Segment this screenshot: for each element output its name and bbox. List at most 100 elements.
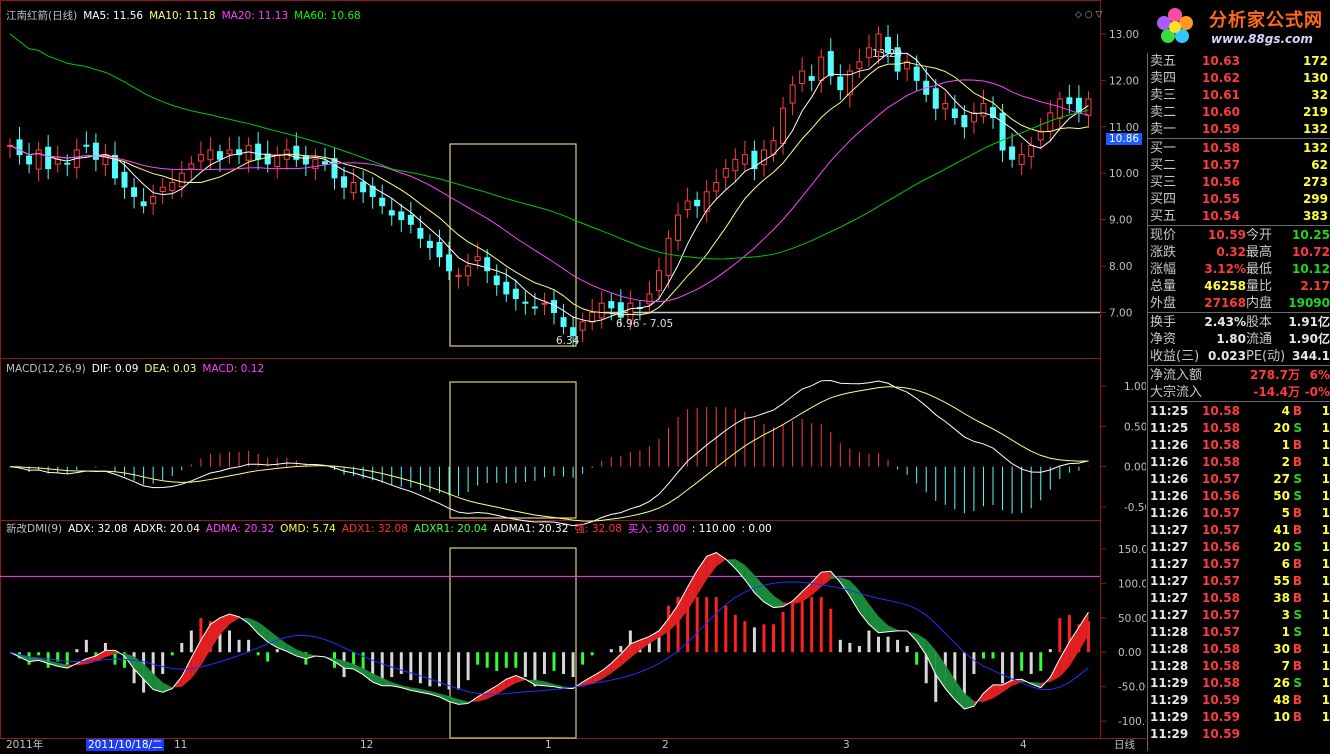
dmi-ribbon [983, 684, 994, 703]
ma-label: MA5: 11.56 [83, 10, 144, 22]
trade-side: B [1292, 455, 1302, 469]
trade-price: 10.58 [1202, 438, 1240, 452]
quote-value: 1.80 [1216, 332, 1246, 346]
trade-row: 11:28 10.58 7 B 1 [1150, 658, 1330, 675]
price-tick-label: 9.00 [1109, 215, 1132, 227]
trade-price: 10.57 [1202, 625, 1240, 639]
trade-time: 11:25 [1150, 404, 1189, 418]
dmi-ribbon [706, 552, 717, 580]
candle-body [961, 115, 968, 128]
orderbook-volume: 62 [1311, 158, 1328, 172]
down-triangle-icon[interactable]: ▽ [1096, 10, 1103, 20]
orderbook-label: 卖四 [1150, 71, 1177, 86]
candle-body [178, 172, 185, 188]
orderbook-price: 10.60 [1202, 105, 1240, 119]
candle-body [598, 302, 605, 319]
candle-body [216, 151, 223, 160]
candle-body [26, 155, 33, 165]
candle-body [16, 139, 23, 156]
quote-row: 收益(三) 0.023 PE(动) 344.1 [1150, 348, 1330, 365]
dot-icon[interactable]: ○ [1085, 10, 1093, 20]
trade-row: 11:27 10.57 55 B 1 [1150, 573, 1330, 590]
candle-body [159, 186, 166, 193]
quote-value: 3.12% [1204, 262, 1246, 276]
trade-time: 11:26 [1150, 438, 1189, 452]
trade-count: 1 [1321, 421, 1330, 435]
trade-price: 10.59 [1202, 693, 1240, 707]
candle-body [121, 171, 128, 188]
candle-body [522, 301, 529, 304]
trade-time: 11:27 [1150, 574, 1189, 588]
orderbook-price: 10.61 [1202, 88, 1240, 102]
highlight-box [449, 381, 577, 519]
trade-price: 10.57 [1202, 574, 1240, 588]
trade-row: 11:26 10.56 50 S 1 [1150, 488, 1330, 505]
candle-body [302, 155, 309, 165]
trade-price: 10.57 [1202, 506, 1240, 520]
candle-body [1018, 154, 1025, 165]
ma-legend: MA5: 11.56 MA10: 11.18 MA20: 11.13 MA60: 10… [83, 10, 367, 22]
candle-body [503, 281, 510, 295]
period-label: 日线 [1114, 738, 1136, 751]
candle-body [646, 293, 653, 305]
ma-label: MA60: 10.68 [294, 10, 361, 22]
trade-count: 1 [1321, 557, 1330, 571]
chart-area[interactable]: 13.00 12.00 11.00 10.00 9.00 8.00 7.00 13.20 6.3… [0, 0, 1159, 751]
candle-body [1066, 97, 1073, 105]
quote-label: 最高 [1246, 245, 1273, 260]
dmi-label: 强: 32.08 [574, 523, 622, 535]
candle-body [45, 146, 52, 170]
quote-label: 涨幅 [1150, 262, 1177, 277]
candle-body [331, 158, 338, 179]
dmi-ribbon [993, 684, 1003, 699]
flow-row: 净流入额 278.7万 6% [1150, 367, 1330, 384]
trade-price: 10.59 [1202, 727, 1240, 741]
trade-price: 10.58 [1202, 591, 1240, 605]
orderbook-volume: 299 [1302, 192, 1328, 206]
trade-price: 10.57 [1202, 557, 1240, 571]
trade-count: 1 [1321, 455, 1330, 469]
orderbook-row: 卖一 10.59 132 [1150, 121, 1330, 138]
dmi-tick-label: 0.00 [1118, 647, 1141, 659]
dmi-ribbon [611, 654, 621, 674]
time-axis-label: 3 [843, 739, 850, 751]
diamond-icon[interactable]: ◇ [1075, 10, 1082, 20]
trade-count: 1 [1321, 608, 1330, 622]
panel-icons[interactable]: ◇ ○ ▽ [1075, 10, 1102, 20]
divider [1148, 312, 1330, 313]
quote-row: 换手 2.43% 股本 1.91亿 [1150, 314, 1330, 331]
dmi-ribbon [496, 679, 507, 695]
trade-row: 11:29 10.58 26 S 1 [1150, 675, 1330, 692]
candle-body [713, 182, 720, 192]
candle-body [1009, 146, 1016, 160]
trade-time: 11:27 [1150, 557, 1189, 571]
macd-legend: MACD(12,26,9) DIF: 0.09 DEA: 0.03 MACD: 0.1… [6, 363, 270, 375]
trade-price: 10.59 [1202, 710, 1240, 724]
macd-tick-label: 0.50 [1124, 421, 1146, 433]
trade-time: 11:27 [1150, 591, 1189, 605]
trade-time: 11:29 [1150, 676, 1189, 690]
dmi-ribbon [382, 677, 392, 686]
trade-time: 11:25 [1150, 421, 1189, 435]
trade-count: 1 [1321, 659, 1330, 673]
candle-body [808, 76, 815, 81]
kline-chart[interactable]: 13.0012.0011.0010.009.008.007.0013.206.3… [0, 0, 1159, 751]
trade-count: 1 [1321, 625, 1330, 639]
orderbook-label: 卖二 [1150, 105, 1177, 120]
macd-label: DEA: 0.03 [144, 363, 197, 375]
candle-body [732, 158, 739, 172]
candle-body [417, 227, 424, 239]
trade-price: 10.57 [1202, 472, 1240, 486]
current-price-tag: 10.86 [1106, 133, 1143, 145]
trade-price: 10.57 [1202, 608, 1240, 622]
time-axis-label: 2011年 [6, 738, 43, 751]
orderbook-row: 卖四 10.62 130 [1150, 70, 1330, 87]
quote-label: 今开 [1246, 228, 1273, 243]
candle-body [474, 256, 481, 262]
orderbook-label: 买一 [1150, 141, 1177, 156]
trade-count: 1 [1321, 506, 1330, 520]
quote-label: 外盘 [1150, 296, 1177, 311]
trade-row: 11:29 10.59 48 B 1 [1150, 692, 1330, 709]
trade-side: B [1292, 659, 1302, 673]
trade-time: 11:27 [1150, 523, 1189, 537]
